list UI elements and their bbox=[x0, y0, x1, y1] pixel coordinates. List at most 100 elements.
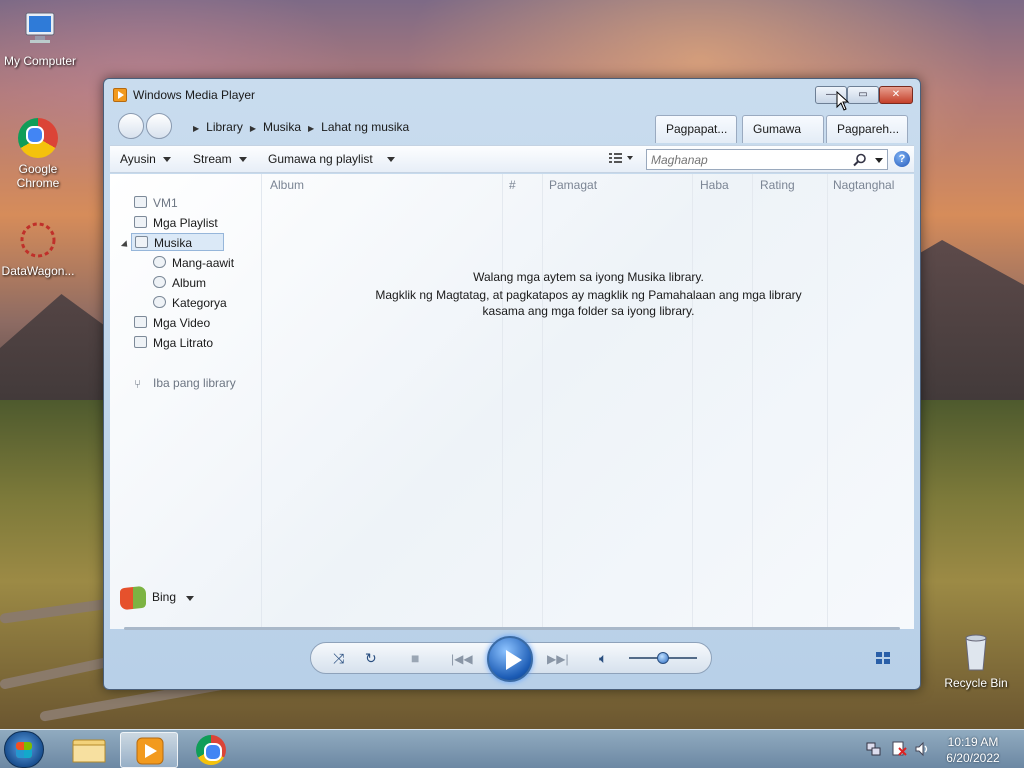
system-clock[interactable]: 10:19 AM 6/20/2022 bbox=[938, 734, 1008, 766]
switch-to-now-playing-icon[interactable] bbox=[876, 652, 892, 664]
tree-item-label: Album bbox=[172, 276, 207, 290]
forward-button[interactable] bbox=[146, 113, 172, 139]
organize-menu[interactable]: Ayusin bbox=[120, 152, 171, 166]
desktop-icon-recycle-bin[interactable]: Recycle Bin bbox=[936, 630, 1016, 690]
create-playlist-label: Gumawa ng playlist bbox=[268, 152, 373, 166]
maximize-button[interactable]: ▭ bbox=[847, 86, 879, 104]
previous-icon[interactable]: |◀◀ bbox=[451, 652, 473, 666]
desktop-icon-label: Google Chrome bbox=[16, 162, 60, 190]
genre-icon bbox=[153, 296, 166, 308]
video-icon bbox=[134, 316, 147, 328]
search-dropdown-icon[interactable] bbox=[875, 158, 883, 163]
tree-item-music[interactable]: Musika bbox=[131, 233, 224, 251]
breadcrumb-library[interactable]: Library bbox=[206, 120, 243, 134]
play-button[interactable] bbox=[487, 636, 533, 682]
artist-icon bbox=[153, 256, 166, 268]
expand-arrow-icon[interactable] bbox=[120, 240, 131, 250]
tree-item-artist[interactable]: Mang-aawit bbox=[153, 254, 234, 272]
chrome-icon bbox=[16, 116, 60, 160]
desktop-icon-label: DataWagon... bbox=[1, 264, 75, 278]
tree-item-label: Iba pang library bbox=[153, 376, 236, 390]
empty-message-line: Magklik ng Magtatag, at pagkatapos ay ma… bbox=[375, 288, 802, 302]
navigation-pane: VM1 Mga Playlist Musika Mang-aawit Album… bbox=[110, 174, 262, 629]
bing-label: Bing bbox=[152, 590, 177, 605]
help-icon[interactable]: ? bbox=[894, 151, 910, 167]
shuffle-icon[interactable]: ⤨ bbox=[333, 650, 344, 667]
stop-icon[interactable]: ■ bbox=[411, 650, 419, 666]
tree-item-pictures[interactable]: Mga Litrato bbox=[134, 334, 213, 352]
library-content: VM1 Mga Playlist Musika Mang-aawit Album… bbox=[110, 174, 914, 629]
tree-item-label: Mga Litrato bbox=[153, 336, 214, 350]
mute-icon[interactable]: 🔈︎ bbox=[599, 650, 607, 667]
taskbar: 10:19 AM 6/20/2022 bbox=[0, 729, 1024, 768]
desktop-icon-my-computer[interactable]: My Computer bbox=[0, 8, 80, 68]
playlist-icon bbox=[134, 216, 147, 228]
stream-menu[interactable]: Stream bbox=[193, 152, 247, 166]
column-divider bbox=[502, 174, 503, 629]
empty-message-line: Walang mga aytem sa iyong Musika library… bbox=[473, 270, 704, 284]
music-note-icon bbox=[135, 236, 148, 248]
start-button[interactable] bbox=[4, 731, 44, 768]
view-options-button[interactable] bbox=[608, 150, 634, 169]
computer-icon bbox=[25, 12, 55, 43]
next-icon[interactable]: ▶▶| bbox=[547, 652, 569, 666]
column-header-title[interactable]: Pamagat bbox=[549, 178, 597, 192]
tree-item-label: Musika bbox=[154, 236, 193, 250]
column-header-rating[interactable]: Rating bbox=[760, 178, 795, 192]
column-divider bbox=[692, 174, 693, 629]
tree-item-vm1[interactable]: VM1 bbox=[134, 194, 178, 212]
breadcrumb-all-music[interactable]: Lahat ng musika bbox=[321, 120, 409, 134]
tree-item-genre[interactable]: Kategorya bbox=[153, 294, 227, 312]
bing-search-provider[interactable]: Bing bbox=[120, 585, 195, 611]
tree-item-other-libraries[interactable]: ⑂ Iba pang library bbox=[134, 374, 236, 392]
volume-icon[interactable] bbox=[914, 741, 930, 757]
desktop-icon-datawagon[interactable]: DataWagon... bbox=[0, 218, 78, 278]
recycle-bin-icon bbox=[965, 634, 987, 671]
close-button[interactable]: ✕ bbox=[879, 86, 913, 104]
tree-item-playlists[interactable]: Mga Playlist bbox=[134, 214, 218, 232]
chevron-down-icon bbox=[162, 157, 171, 163]
library-toolbar: Ayusin Stream Gumawa ng playlist ? bbox=[110, 145, 914, 173]
picture-icon bbox=[134, 336, 147, 348]
title-bar[interactable]: Windows Media Player — ▭ ✕ bbox=[104, 79, 920, 109]
tree-item-label: Mga Playlist bbox=[153, 216, 218, 230]
column-divider bbox=[752, 174, 753, 629]
taskbar-media-player[interactable] bbox=[120, 732, 178, 768]
seek-bar[interactable] bbox=[124, 627, 900, 630]
action-center-icon[interactable] bbox=[891, 741, 907, 757]
column-header-number[interactable]: # bbox=[509, 178, 516, 192]
window-title: Windows Media Player bbox=[133, 88, 256, 102]
network-icon[interactable] bbox=[866, 741, 882, 757]
chevron-down-icon bbox=[238, 157, 247, 163]
taskbar-file-explorer[interactable] bbox=[60, 732, 118, 768]
column-header-contributing-artist[interactable]: Nagtanghal bbox=[833, 178, 894, 192]
create-playlist-menu[interactable]: Gumawa ng playlist bbox=[268, 152, 395, 166]
back-button[interactable] bbox=[118, 113, 144, 139]
chevron-down-icon[interactable] bbox=[386, 157, 395, 163]
clock-time: 10:19 AM bbox=[947, 735, 999, 749]
tree-item-album[interactable]: Album bbox=[153, 274, 206, 292]
volume-slider-knob[interactable] bbox=[657, 652, 669, 664]
tab-play[interactable]: Pagpapat... bbox=[655, 115, 737, 143]
tree-item-label: Mang-aawit bbox=[172, 256, 235, 270]
desktop-icon-label: Recycle Bin bbox=[944, 676, 1008, 690]
breadcrumb-separator-icon[interactable]: ▶ bbox=[250, 124, 256, 133]
column-header-album[interactable]: Album bbox=[270, 178, 304, 192]
chrome-icon bbox=[196, 735, 226, 765]
breadcrumb-separator-icon: ▶ bbox=[193, 124, 200, 133]
search-icon[interactable] bbox=[853, 153, 867, 167]
windows-flag-icon bbox=[120, 585, 146, 611]
repeat-icon[interactable]: ↻ bbox=[365, 650, 377, 667]
tab-sync[interactable]: Pagpareh... bbox=[826, 115, 908, 143]
column-header-length[interactable]: Haba bbox=[700, 178, 729, 192]
search-input[interactable] bbox=[647, 150, 847, 169]
album-disc-icon bbox=[153, 276, 166, 288]
tree-item-videos[interactable]: Mga Video bbox=[134, 314, 210, 332]
empty-message-line: kasama ang mga folder sa iyong library. bbox=[482, 304, 695, 318]
taskbar-chrome[interactable] bbox=[182, 732, 240, 768]
breadcrumb-music[interactable]: Musika bbox=[263, 120, 301, 134]
breadcrumb-separator-icon[interactable]: ▶ bbox=[308, 124, 314, 133]
tab-burn[interactable]: Gumawa ... bbox=[742, 115, 824, 162]
desktop-icon-google-chrome[interactable]: Google Chrome bbox=[0, 116, 78, 190]
desktop-icon-label: My Computer bbox=[3, 54, 77, 68]
